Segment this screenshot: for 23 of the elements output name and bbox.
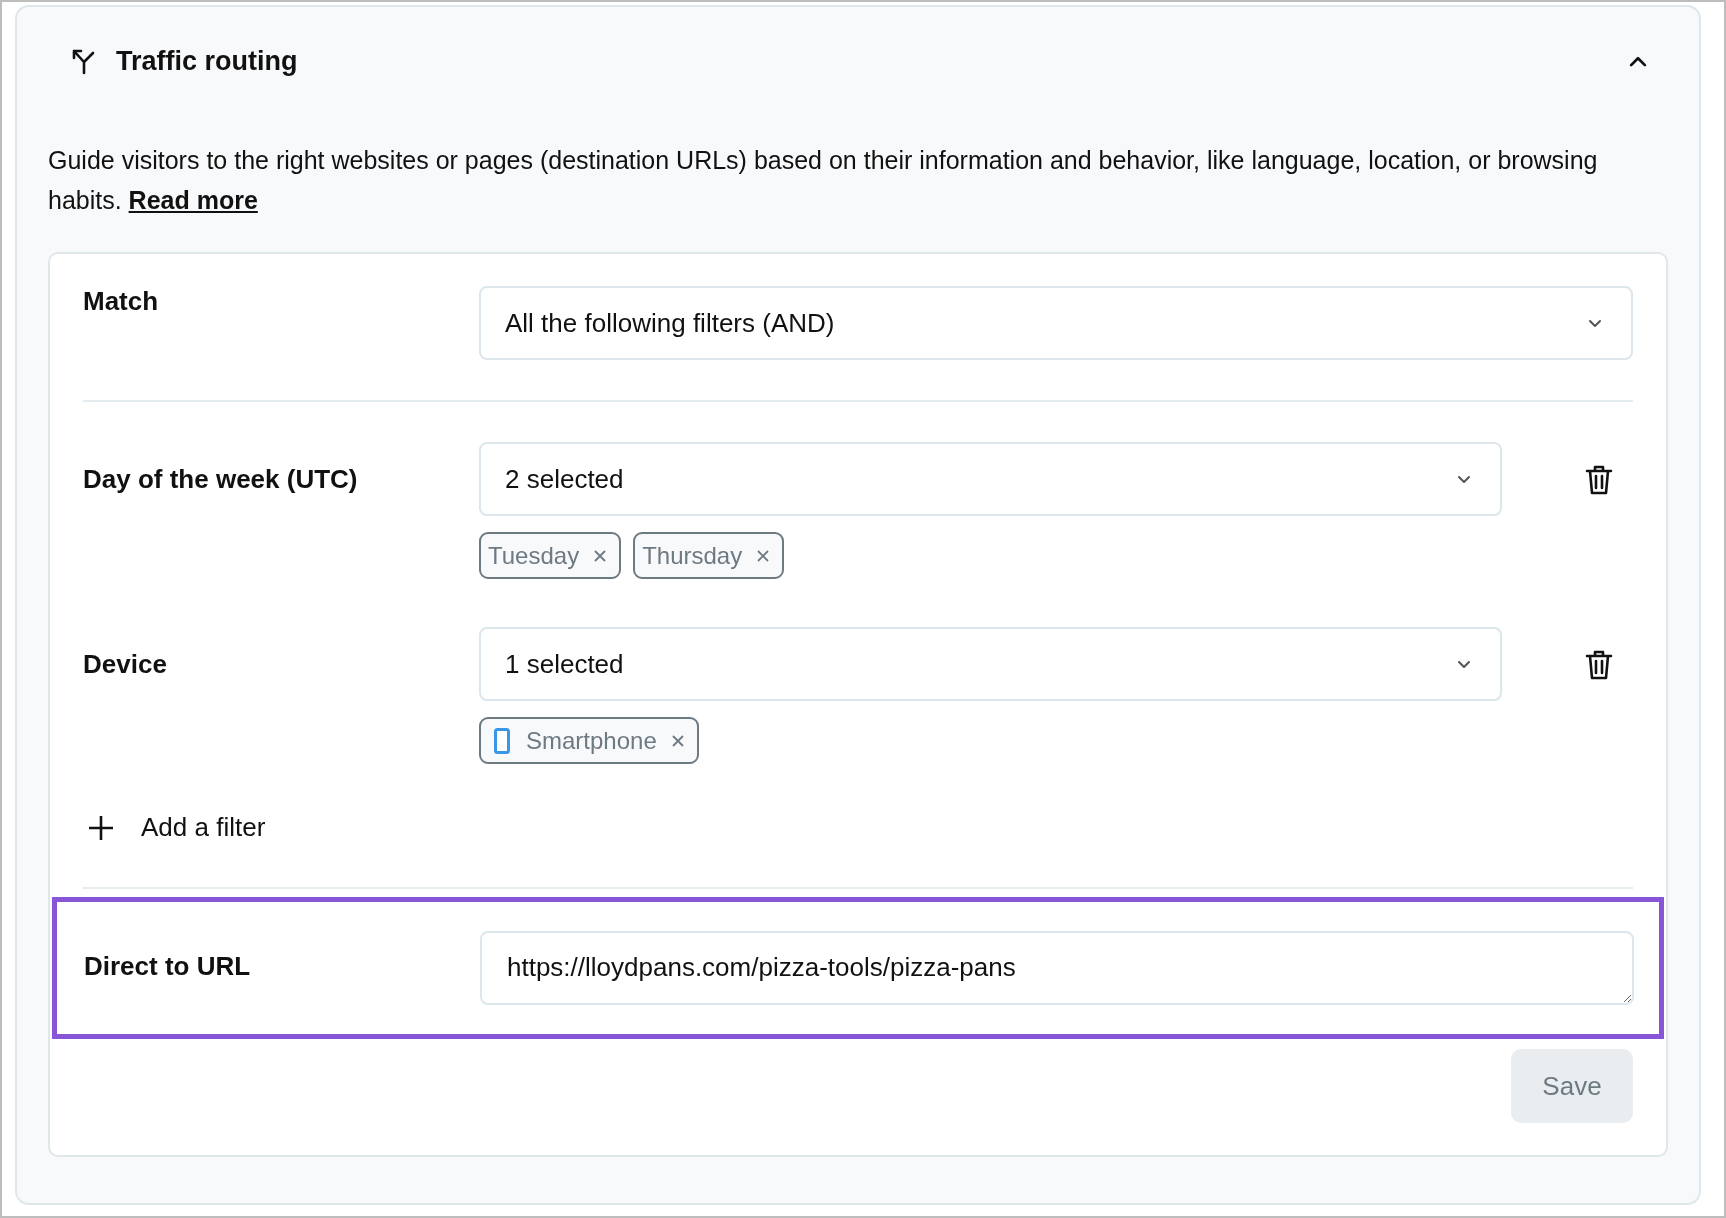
remove-icon[interactable] — [593, 548, 608, 563]
url-input-field[interactable]: https://lloydpans.com/pizza-tools/pizza-pans — [480, 931, 1634, 1005]
field-label: Direct to URL — [84, 949, 252, 983]
tag-label: Tuesday — [488, 540, 580, 571]
remove-icon[interactable] — [756, 548, 771, 563]
field-label: Match — [83, 285, 160, 318]
fork-arrow-icon — [70, 47, 96, 75]
trash-icon[interactable] — [1584, 649, 1614, 681]
smartphone-icon — [494, 727, 510, 754]
read-more-link[interactable]: Read more — [128, 186, 258, 214]
description-text: Guide visitors to the right websites or pages (destination URLs) based on their information and behavior, like language, location, or browsing habits. Read more — [48, 145, 1599, 216]
field-label: Day of the week (UTC) — [83, 463, 359, 496]
tag-label: Thursday — [642, 540, 743, 571]
remove-icon[interactable] — [670, 733, 685, 748]
dropdown-select[interactable]: 1 selected — [479, 627, 1502, 701]
dropdown-select[interactable]: All the following filters (AND) — [479, 286, 1633, 360]
add-filter-button[interactable]: Add a filter — [87, 808, 266, 847]
panel-title: Traffic routing — [116, 44, 298, 78]
dropdown-select[interactable]: 2 selected — [479, 442, 1502, 516]
plus-icon — [87, 813, 115, 842]
trash-icon[interactable] — [1584, 464, 1614, 496]
field-label: Device — [83, 648, 168, 681]
tag-label: Smartphone — [526, 725, 657, 756]
